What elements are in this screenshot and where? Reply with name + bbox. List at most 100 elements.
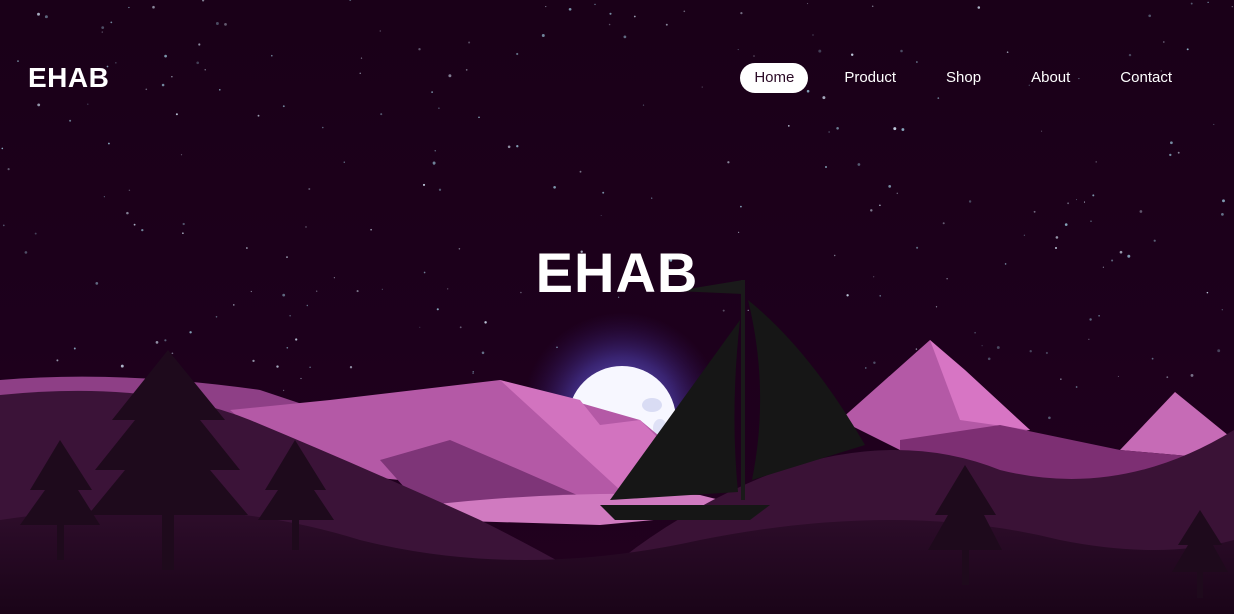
star xyxy=(1055,236,1059,239)
star xyxy=(987,357,991,361)
star xyxy=(1064,223,1068,226)
star xyxy=(553,185,556,189)
star xyxy=(472,372,474,374)
star xyxy=(1083,201,1086,203)
star xyxy=(120,364,124,368)
star xyxy=(1092,194,1095,197)
star xyxy=(602,191,605,194)
star xyxy=(171,352,174,355)
top-navbar: EHAB Home Product Shop About Contact xyxy=(0,0,1234,158)
star xyxy=(276,365,279,368)
star xyxy=(459,326,462,329)
star xyxy=(1029,350,1032,353)
star xyxy=(1117,375,1119,377)
star xyxy=(1098,314,1100,317)
star xyxy=(600,215,602,216)
star xyxy=(981,345,983,347)
star xyxy=(128,189,131,192)
star xyxy=(126,211,129,215)
star xyxy=(722,309,725,312)
boat-sail-right xyxy=(748,300,865,480)
star xyxy=(879,204,881,207)
star xyxy=(1090,220,1092,222)
star xyxy=(2,224,5,227)
boat-hull xyxy=(600,505,770,520)
star xyxy=(1190,373,1194,377)
star xyxy=(306,304,309,307)
star xyxy=(155,341,159,344)
star xyxy=(282,389,285,392)
star xyxy=(968,200,972,203)
star xyxy=(857,163,861,166)
star xyxy=(56,359,59,362)
star xyxy=(252,359,255,363)
moon-crater xyxy=(642,398,662,412)
star xyxy=(189,331,192,334)
star xyxy=(103,196,105,198)
star xyxy=(1221,309,1223,311)
pine-tree-trunk xyxy=(962,545,969,585)
star xyxy=(481,351,485,355)
star xyxy=(974,331,976,334)
star xyxy=(295,338,298,341)
star xyxy=(915,348,918,350)
star xyxy=(309,366,311,368)
star xyxy=(472,371,474,373)
star xyxy=(942,222,945,225)
pine-tree-trunk xyxy=(1197,568,1203,598)
pine-tree-trunk xyxy=(162,510,174,570)
star xyxy=(73,347,76,350)
hero-title: EHAB xyxy=(535,240,699,304)
star xyxy=(888,185,892,188)
star xyxy=(305,226,307,228)
star xyxy=(1075,386,1078,388)
star xyxy=(1023,234,1026,236)
star xyxy=(1095,161,1097,163)
star xyxy=(1217,349,1221,353)
brand-logo[interactable]: EHAB xyxy=(28,62,109,94)
star xyxy=(1045,351,1048,355)
star xyxy=(1048,416,1051,420)
star xyxy=(419,326,421,328)
star xyxy=(1088,338,1090,340)
nav-link-shop[interactable]: Shop xyxy=(932,63,995,93)
star xyxy=(1221,213,1224,216)
star xyxy=(34,232,37,235)
star xyxy=(824,165,828,169)
star xyxy=(1075,199,1078,201)
star xyxy=(141,228,144,232)
star xyxy=(286,346,289,349)
star xyxy=(1222,199,1225,203)
star xyxy=(349,366,353,369)
page: EHAB Home Product Shop About Contact EHA… xyxy=(0,0,1234,614)
nav-link-product[interactable]: Product xyxy=(830,63,910,93)
star xyxy=(7,168,10,171)
star xyxy=(727,161,730,164)
star xyxy=(873,361,876,365)
star xyxy=(308,187,311,191)
star xyxy=(870,209,873,212)
star xyxy=(865,367,867,369)
star xyxy=(422,183,426,186)
star xyxy=(484,321,487,324)
star xyxy=(133,223,136,226)
nav-link-home[interactable]: Home xyxy=(740,63,809,93)
star xyxy=(1089,318,1092,321)
star xyxy=(215,316,218,318)
star xyxy=(996,346,1000,349)
pine-tree-trunk xyxy=(292,515,299,550)
star xyxy=(1151,357,1154,360)
star xyxy=(737,231,740,234)
star xyxy=(896,192,899,195)
pine-tree-trunk xyxy=(57,520,64,560)
nav-links: Home Product Shop About Contact xyxy=(740,63,1186,93)
star xyxy=(432,161,436,165)
star xyxy=(436,308,439,311)
star xyxy=(1166,376,1169,379)
star xyxy=(370,228,372,231)
nav-link-about[interactable]: About xyxy=(1017,63,1084,93)
star xyxy=(300,377,302,380)
star xyxy=(289,315,291,317)
nav-link-contact[interactable]: Contact xyxy=(1106,63,1186,93)
star xyxy=(740,205,742,208)
